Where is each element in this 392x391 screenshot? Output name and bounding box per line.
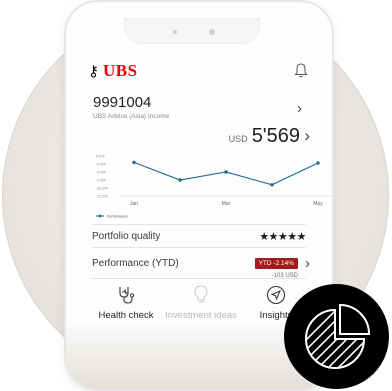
performance-chevron-icon[interactable]: › — [305, 255, 310, 272]
stethoscope-icon — [88, 284, 164, 306]
performance-values: YTD -2.14% -103 USD — [254, 252, 298, 279]
balance[interactable]: USD 5'569 — [229, 125, 300, 148]
rating-stars: ★★★★★ — [259, 230, 306, 243]
keys-icon: ⚷ — [88, 63, 99, 80]
x-tick-label: Mar — [222, 201, 231, 207]
health-check-tile[interactable]: Health check — [88, 284, 164, 321]
x-tick-label: May — [313, 201, 323, 207]
chart-legend: Performance — [96, 215, 128, 219]
y-tick-label: -5.0% — [96, 171, 107, 175]
y-tick-label: 0.0% — [96, 155, 105, 159]
investment-ideas-tile[interactable]: Investment ideas — [163, 284, 239, 321]
performance-label: Performance (YTD) — [92, 257, 179, 269]
y-tick-label: -2.5% — [96, 163, 107, 167]
phone-notch — [124, 18, 260, 44]
data-point — [270, 183, 274, 187]
x-tick-label: Jan — [130, 201, 138, 207]
y-tick-label: -7.5% — [96, 179, 107, 183]
divider — [92, 247, 306, 248]
y-tick-label: -10.0% — [96, 187, 109, 191]
data-point — [132, 160, 136, 165]
y-tick-labels: 0.0% -2.5% -5.0% -7.5% -10.0% -12.5% — [96, 155, 109, 199]
data-point — [224, 170, 228, 174]
portfolio-quality-label: Portfolio quality — [92, 230, 161, 242]
legend-marker — [98, 214, 102, 218]
logo-text: UBS — [103, 61, 138, 80]
legend-label: Performance — [107, 215, 128, 219]
balance-chevron-icon[interactable]: › — [304, 126, 310, 146]
performance-chart: 0.0% -2.5% -5.0% -7.5% -10.0% -12.5% Jan Mar Ma… — [96, 155, 332, 219]
pie-chart-badge — [284, 284, 389, 389]
account-summary[interactable]: 9991004 UBS Advice (Asia) Income — [93, 94, 308, 120]
data-point — [316, 161, 320, 165]
data-point — [178, 178, 182, 182]
lightbulb-icon — [163, 284, 239, 306]
chart-series — [132, 160, 320, 187]
bell-icon[interactable] — [294, 62, 308, 78]
account-subtitle: UBS Advice (Asia) Income — [93, 113, 170, 120]
portfolio-quality-row[interactable]: Portfolio quality ★★★★★ — [92, 226, 306, 246]
divider — [92, 278, 306, 279]
camera-dot — [209, 29, 215, 35]
account-chevron-icon[interactable]: › — [297, 100, 302, 117]
pie-chart-icon — [304, 303, 370, 369]
divider — [92, 224, 306, 225]
x-tick-labels: Jan Mar May — [130, 201, 323, 207]
ytd-badge: YTD -2.14% — [254, 258, 298, 269]
ubs-logo: ⚷ UBS — [88, 61, 138, 81]
app-header: ⚷ UBS — [88, 60, 310, 82]
balance-amount: 5'569 — [251, 125, 300, 147]
account-number: 9991004 — [93, 94, 152, 111]
y-tick-label: -12.5% — [96, 195, 109, 199]
balance-currency: USD — [228, 134, 248, 144]
sensor-dot — [173, 30, 177, 34]
